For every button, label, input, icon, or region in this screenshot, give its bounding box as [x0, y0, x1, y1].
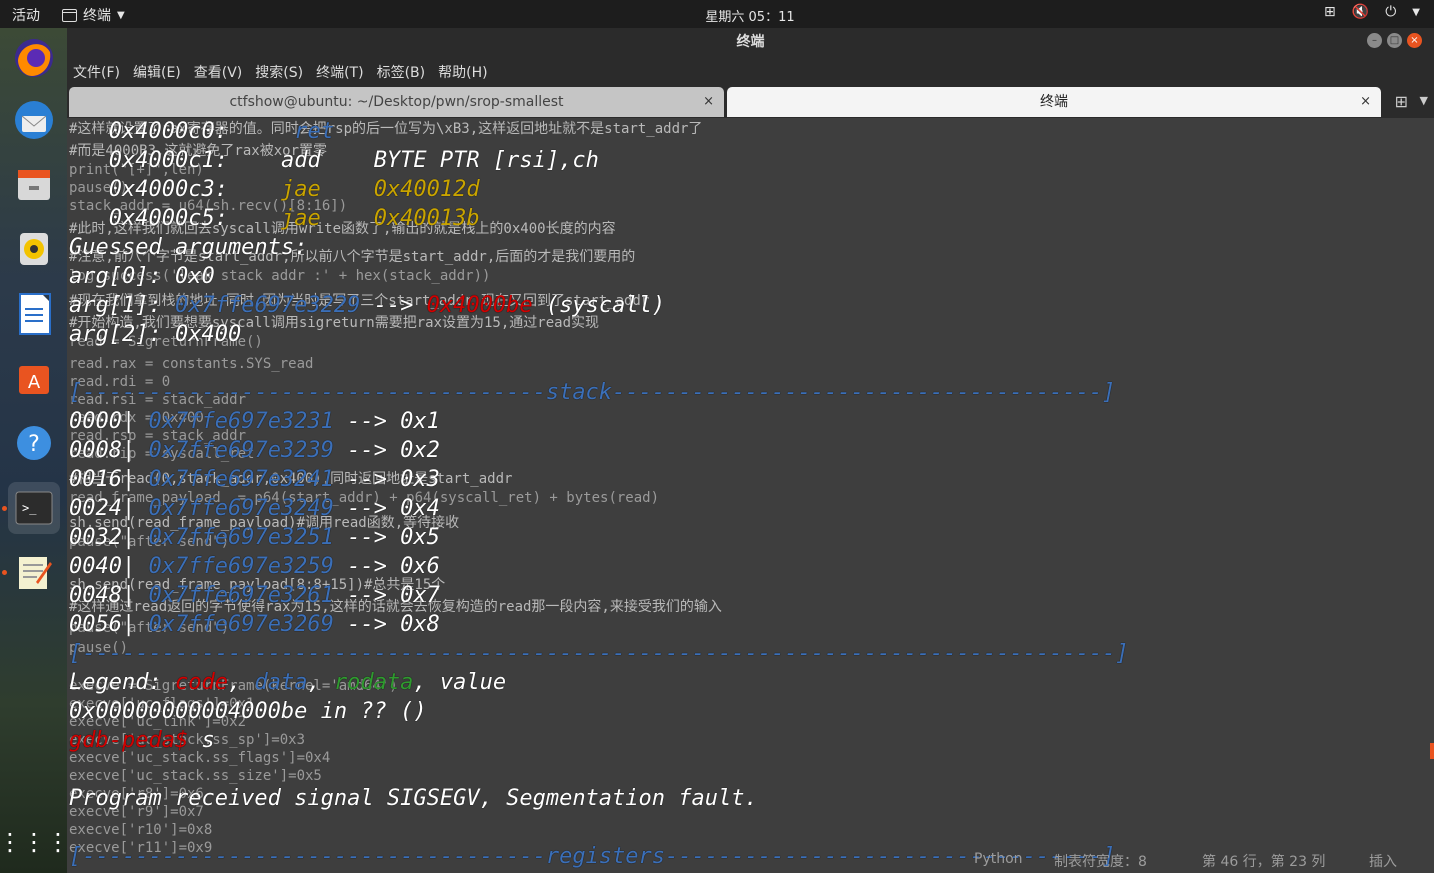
menu-search[interactable]: 搜索(S) [255, 62, 303, 82]
network-icon: ⊞ [1324, 4, 1336, 20]
firefox-icon[interactable] [8, 32, 60, 84]
software-center-icon[interactable]: A [8, 352, 60, 404]
menu-tabs[interactable]: 标签(B) [377, 62, 426, 82]
terminal-dock-icon[interactable]: >_ [8, 482, 60, 534]
signal-message: Program received signal SIGSEGV, Segment… [69, 786, 758, 811]
scrollbar[interactable] [1430, 743, 1434, 759]
volume-icon: 🔇 [1351, 4, 1370, 20]
stack-footer: [---------------------------------------… [69, 641, 1129, 666]
cursor-position[interactable]: 第 46 行，第 23 列 [1202, 851, 1325, 871]
thunderbird-icon[interactable] [8, 94, 60, 146]
dock: A ? >_ ⋮⋮⋮ [0, 28, 70, 873]
window-title: 终端 [67, 28, 1434, 56]
arg-line: arg[1]: 0x7ffe697e3229 --> 0x4000be (sys… [69, 293, 666, 318]
code-line: 0x4000c3: jae 0x40012d [108, 177, 480, 202]
stack-header: [-----------------------------------stac… [69, 380, 1116, 405]
tab-menu-chevron-icon[interactable]: ▼ [1420, 94, 1428, 107]
tab-terminal[interactable]: 终端 × [727, 87, 1381, 117]
window-controls: – □ × [1367, 33, 1422, 48]
location-line: 0x00000000004000be in ?? () [69, 699, 427, 724]
registers-header: [-----------------------------------regi… [69, 844, 1116, 869]
tab-close-icon[interactable]: × [703, 87, 714, 117]
svg-text:?: ? [28, 432, 40, 457]
svg-text:>_: >_ [22, 501, 37, 515]
legend: Legend: code, data, rodata, value [69, 670, 507, 695]
editor-status-bar: Python 制表符宽度：8 第 46 行，第 23 列 插入 [974, 847, 1434, 873]
stack-row: 0032| 0x7ffe697e3251 --> 0x5 [69, 525, 440, 550]
maximize-icon[interactable]: □ [1387, 33, 1402, 48]
tab-label: ctfshow@ubuntu: ~/Desktop/pwn/srop-small… [229, 94, 564, 110]
help-icon[interactable]: ? [8, 417, 60, 469]
menu-help[interactable]: 帮助(H) [438, 62, 487, 82]
tab-close-icon[interactable]: × [1360, 87, 1371, 117]
code-line: 0x4000c5: jae 0x40013b [108, 206, 480, 231]
language-selector[interactable]: Python [974, 851, 1023, 867]
top-bar: 活动 终端 ▼ 星期六 05：11 ⊞ 🔇 ⏻ ▼ [0, 0, 1434, 28]
menu-terminal[interactable]: 终端(T) [316, 62, 363, 82]
menu-view[interactable]: 查看(V) [194, 62, 243, 82]
svg-text:A: A [28, 372, 41, 393]
system-tray[interactable]: ⊞ 🔇 ⏻ ▼ [1324, 4, 1420, 20]
stack-row: 0040| 0x7ffe697e3259 --> 0x6 [69, 554, 440, 579]
arg-line: arg[0]: 0x0 [69, 264, 215, 289]
code-line: 0x4000c1: add BYTE PTR [rsi],ch [108, 148, 599, 173]
terminal-view[interactable]: #这样就设置了rax寄存器的值。同时会把rsp的后一位写为\xB3,这样返回地址… [67, 118, 1434, 873]
clock[interactable]: 星期六 05：11 [0, 6, 1434, 25]
menu-bar: 文件(F) 编辑(E) 查看(V) 搜索(S) 终端(T) 标签(B) 帮助(H… [67, 57, 1434, 86]
text-editor-icon[interactable] [8, 546, 60, 598]
running-indicator [2, 570, 7, 575]
insert-mode: 插入 [1369, 854, 1397, 870]
stack-row: 0024| 0x7ffe697e3249 --> 0x4 [69, 496, 440, 521]
guessed-arguments-title: Guessed arguments: [69, 235, 308, 260]
rhythmbox-icon[interactable] [8, 223, 60, 275]
background-code-line: read.rax = constants.SYS_read [69, 356, 314, 372]
close-icon[interactable]: × [1407, 33, 1422, 48]
writer-icon[interactable] [8, 288, 60, 340]
menu-edit[interactable]: 编辑(E) [133, 62, 181, 82]
new-tab-icon[interactable]: ⊞ [1395, 92, 1408, 111]
prompt-line: gdb-peda$ s [69, 728, 215, 753]
arg-line: arg[2]: 0x400 [69, 322, 242, 347]
code-line: 0x4000c0: ret [108, 119, 334, 144]
tab-ctfshow[interactable]: ctfshow@ubuntu: ~/Desktop/pwn/srop-small… [69, 87, 724, 117]
files-icon[interactable] [8, 158, 60, 210]
gdb-prompt: gdb-peda$ [69, 728, 189, 753]
show-applications-icon[interactable]: ⋮⋮⋮ [0, 816, 70, 868]
tab-bar: ctfshow@ubuntu: ~/Desktop/pwn/srop-small… [67, 86, 1434, 118]
power-icon: ⏻ [1385, 4, 1397, 20]
stack-row: 0016| 0x7ffe697e3241 --> 0x3 [69, 467, 440, 492]
minimize-icon[interactable]: – [1367, 33, 1382, 48]
stack-row: 0008| 0x7ffe697e3239 --> 0x2 [69, 438, 440, 463]
tab-width-selector[interactable]: 制表符宽度：8 [1054, 851, 1147, 871]
tab-label: 终端 [1040, 94, 1068, 110]
background-code-line: execve['r10']=0x8 [69, 822, 213, 838]
stack-row: 0000| 0x7ffe697e3231 --> 0x1 [69, 409, 440, 434]
stack-row: 0056| 0x7ffe697e3269 --> 0x8 [69, 612, 440, 637]
background-code-line: execve['uc_stack.ss_size']=0x5 [69, 768, 322, 784]
menu-file[interactable]: 文件(F) [73, 62, 120, 82]
command-input: s [201, 728, 215, 753]
chevron-down-icon: ▼ [1412, 6, 1420, 18]
running-indicator [2, 506, 7, 511]
stack-row: 0048| 0x7ffe697e3261 --> 0x7 [69, 583, 440, 608]
